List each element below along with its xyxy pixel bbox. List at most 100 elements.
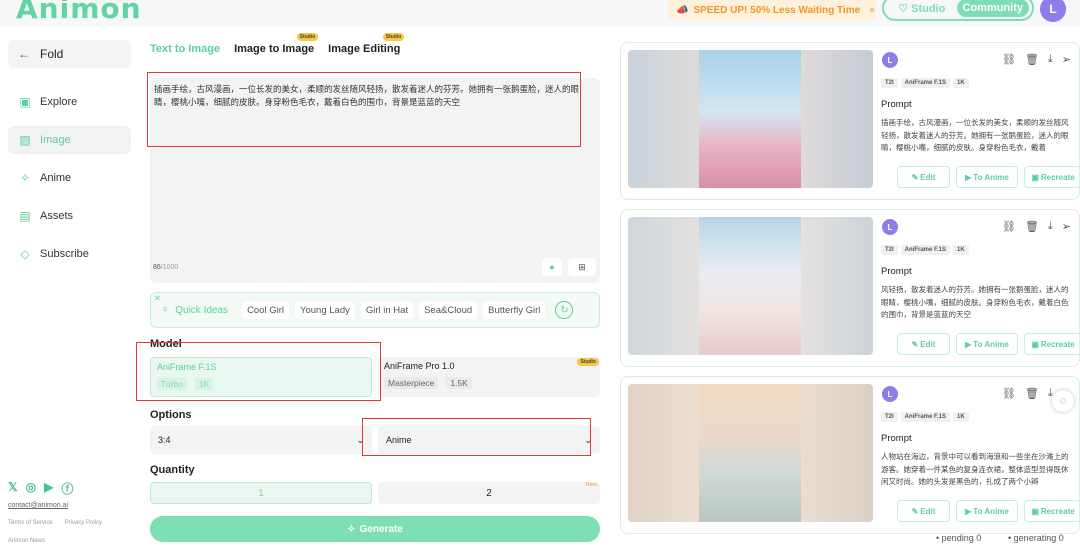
result-tags: T2I AniFrame F.1S 1K <box>881 412 969 422</box>
quick-idea-chip[interactable]: Butterfly Girl <box>483 301 546 319</box>
download-icon[interactable]: ⤓ <box>1048 53 1053 66</box>
chevron-down-icon: ⌄ <box>356 434 364 445</box>
studio-badge: Studio <box>577 358 599 366</box>
quick-idea-chip[interactable]: Sea&Cloud <box>419 301 478 319</box>
sidebar-item-anime[interactable]: ✧ Anime <box>8 164 131 192</box>
sidebar-item-explore[interactable]: ▣ Explore <box>8 88 131 116</box>
quick-idea-chip[interactable]: Cool Girl <box>242 301 290 319</box>
result-image[interactable] <box>628 217 873 355</box>
result-image[interactable] <box>628 50 873 188</box>
quantity-option-1[interactable]: 1 <box>150 482 372 504</box>
dot-icon: • <box>936 533 940 543</box>
trash-icon[interactable]: 🗑 <box>1025 53 1039 66</box>
anime-icon: ▶ <box>965 339 972 349</box>
diamond-icon: ♡ <box>898 2 909 15</box>
prompt-tools-icon[interactable]: ⊞ <box>568 258 596 276</box>
recreate-icon: ▣ <box>1031 172 1039 182</box>
result-tags: T2I AniFrame F.1S 1K <box>881 78 969 88</box>
refresh-icon[interactable]: ↻ <box>555 301 574 319</box>
studio-toggle[interactable]: ♡ Studio <box>887 2 957 15</box>
link-icon[interactable]: ⛓ <box>1002 220 1016 233</box>
recreate-icon: ▣ <box>1031 506 1039 516</box>
studio-badge: Studio <box>296 33 319 41</box>
quantity-option-2[interactable]: 2 <box>378 482 600 504</box>
quick-idea-chip[interactable]: Girl in Hat <box>360 301 414 319</box>
edit-button[interactable]: ✎ Edit <box>897 500 950 522</box>
social-links: 𝕏 ◎ ▶ ⓕ <box>8 480 73 497</box>
prompt-body: 风轻扬，散发着迷人的芬芳。她拥有一张鹅蛋脸，迷人的眼睛，樱桃小嘴，细腻的皮肤。身… <box>881 285 1069 319</box>
edit-icon: ✎ <box>911 339 919 349</box>
result-card: L ⛓ 🗑 ⤓ ➢ T2I AniFrame F.1S 1K Prompt 人物… <box>620 376 1080 534</box>
recreate-button[interactable]: ▣ Recreate <box>1024 166 1080 188</box>
download-icon[interactable]: ⤓ <box>1048 220 1053 233</box>
prompt-textarea[interactable]: 插画手绘，古风漫画，一位长发的美女，柔顺的发丝随风轻扬，散发着迷人的芬芳。她拥有… <box>150 78 600 283</box>
sidebar-item-assets[interactable]: ▤ Assets <box>8 202 131 230</box>
prompt-title: Prompt <box>881 266 912 277</box>
edit-icon: ✎ <box>911 172 919 182</box>
prompt-title: Prompt <box>881 433 912 444</box>
link-icon[interactable]: ⛓ <box>1002 387 1016 400</box>
chat-support-icon[interactable]: ◌ <box>1052 390 1074 412</box>
privacy-link[interactable]: Privacy Policy <box>65 520 102 526</box>
megaphone-icon: 📣 <box>676 4 689 16</box>
contact-link[interactable]: contact@animon.ai <box>8 502 68 509</box>
community-toggle[interactable]: Community <box>956 0 1029 17</box>
generate-button[interactable]: ✧ Generate <box>150 516 600 542</box>
to-anime-button[interactable]: ▶ To Anime <box>956 500 1018 522</box>
quick-ideas-bar: ✕ ♀ Quick Ideas Cool Girl Young Lady Gir… <box>150 292 600 328</box>
quick-ideas-label: Quick Ideas <box>175 304 229 316</box>
prompt-title: Prompt <box>881 99 912 110</box>
aspect-ratio-select[interactable]: 3:4 ⌄ <box>150 426 372 454</box>
user-avatar[interactable]: L <box>882 52 898 68</box>
anime-icon: ▶ <box>965 506 972 516</box>
quantity-label: Quantity <box>150 464 195 476</box>
recreate-button[interactable]: ▣ Recreate <box>1024 500 1080 522</box>
result-card: L ⛓ 🗑 ⤓ ➢ T2I AniFrame F.1S 1K Prompt 插画… <box>620 42 1080 200</box>
tab-text-to-image[interactable]: Text to Image <box>150 43 220 55</box>
mode-switch: ♡ Studio Community <box>882 0 1034 21</box>
fold-button[interactable]: ← Fold <box>8 40 131 68</box>
x-icon[interactable]: 𝕏 <box>8 480 18 497</box>
close-icon[interactable]: ✕ <box>154 294 161 303</box>
style-select[interactable]: Anime ⌄ <box>378 426 600 454</box>
result-info: L ⛓ 🗑 ⤓ ➢ T2I AniFrame F.1S 1K Prompt 风轻… <box>879 217 1080 361</box>
edit-button[interactable]: ✎ Edit <box>897 333 950 355</box>
lightbulb-icon[interactable]: ● <box>542 258 562 276</box>
facebook-icon[interactable]: ⓕ <box>61 480 73 497</box>
user-avatar[interactable]: L <box>1040 0 1066 22</box>
logo[interactable]: Animon <box>16 0 142 25</box>
to-anime-button[interactable]: ▶ To Anime <box>956 333 1018 355</box>
send-icon[interactable]: ➢ <box>1062 53 1071 66</box>
image-icon: ▨ <box>19 133 31 147</box>
explore-icon: ▣ <box>19 95 31 109</box>
speed-up-banner[interactable]: 📣 SPEED UP! 50% Less Waiting Time × <box>668 0 876 20</box>
quick-idea-chip[interactable]: Young Lady <box>295 301 355 319</box>
send-icon[interactable]: ➢ <box>1062 220 1071 233</box>
sidebar-item-image[interactable]: ▨ Image <box>8 126 131 154</box>
trash-icon[interactable]: 🗑 <box>1025 387 1039 400</box>
edit-icon: ✎ <box>911 506 919 516</box>
result-image[interactable] <box>628 384 873 522</box>
banner-text: SPEED UP! 50% Less Waiting Time <box>693 4 861 16</box>
user-avatar[interactable]: L <box>882 386 898 402</box>
user-avatar[interactable]: L <box>882 219 898 235</box>
model-option-aniframe-f1s[interactable]: AniFrame F.1S Turbo 1K <box>150 357 372 397</box>
recreate-button[interactable]: ▣ Recreate <box>1024 333 1080 355</box>
to-anime-button[interactable]: ▶ To Anime <box>956 166 1018 188</box>
youtube-icon[interactable]: ▶ <box>44 480 53 497</box>
dot-icon: • <box>1008 533 1012 543</box>
banner-close-icon[interactable]: × <box>869 5 875 16</box>
chevron-down-icon: ⌄ <box>584 434 592 445</box>
tab-image-to-image[interactable]: Image to Image Studio <box>234 33 319 55</box>
news-link[interactable]: Animon News <box>8 538 45 544</box>
trash-icon[interactable]: 🗑 <box>1025 220 1039 233</box>
terms-link[interactable]: Terms of Service <box>8 520 53 526</box>
edit-button[interactable]: ✎ Edit <box>897 166 950 188</box>
result-actions: ⛓ 🗑 ⤓ ➢ <box>1002 53 1071 66</box>
model-option-aniframe-pro[interactable]: AniFrame Pro 1.0 Masterpiece 1.5K Studio <box>378 357 600 397</box>
sidebar-item-subscribe[interactable]: ◇ Subscribe <box>8 240 131 268</box>
link-icon[interactable]: ⛓ <box>1002 53 1016 66</box>
generating-status: • generating 0 <box>1008 533 1064 543</box>
tab-image-editing[interactable]: Image Editing Studio <box>328 33 405 55</box>
instagram-icon[interactable]: ◎ <box>26 480 36 497</box>
